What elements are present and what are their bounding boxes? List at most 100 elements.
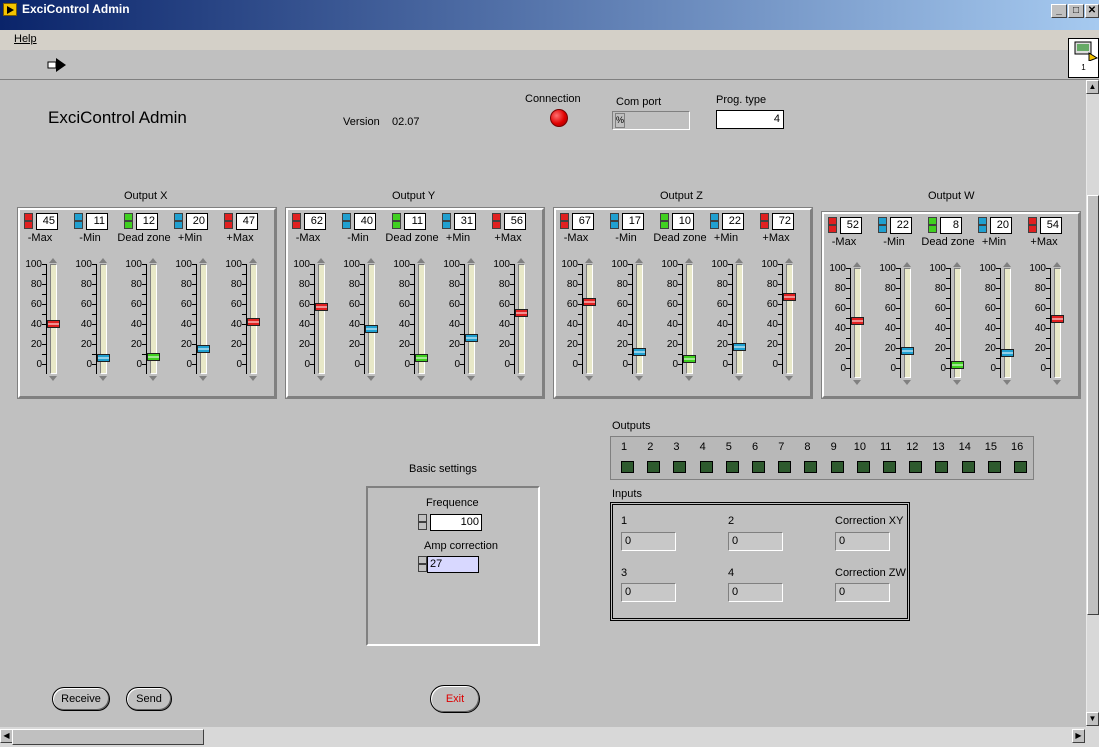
stepper-arrows-icon[interactable] <box>878 217 887 234</box>
slider-thumb[interactable] <box>415 354 428 362</box>
output-z-neg-min-value[interactable]: 17 <box>622 213 644 230</box>
maximize-button[interactable]: □ <box>1068 4 1084 18</box>
horizontal-scroll-thumb[interactable] <box>12 729 204 745</box>
vertical-scroll-thumb[interactable] <box>1087 195 1099 615</box>
amp-correction-value[interactable]: 27 <box>427 556 479 573</box>
output-w-pos-min-value[interactable]: 20 <box>990 217 1012 234</box>
amp-correction-stepper[interactable] <box>418 556 427 573</box>
output-x-neg-min-value[interactable]: 11 <box>86 213 108 230</box>
output-y-neg-min-value[interactable]: 40 <box>354 213 376 230</box>
stepper-arrows-icon[interactable] <box>174 213 183 230</box>
slider-thumb[interactable] <box>47 320 60 328</box>
output-z-pos-min-numeric[interactable]: 22 <box>710 213 744 230</box>
output-x-neg-max-slider[interactable] <box>50 264 57 374</box>
stepper-arrows-icon[interactable] <box>828 217 837 234</box>
close-button[interactable]: ✕ <box>1085 4 1099 18</box>
output-z-pos-max-value[interactable]: 72 <box>772 213 794 230</box>
output-x-dead-zone-value[interactable]: 12 <box>136 213 158 230</box>
output-x-pos-max-numeric[interactable]: 47 <box>224 213 258 230</box>
slider-thumb[interactable] <box>465 334 478 342</box>
output-z-pos-min-value[interactable]: 22 <box>722 213 744 230</box>
output-y-neg-max-slider[interactable] <box>318 264 325 374</box>
output-y-neg-min-numeric[interactable]: 40 <box>342 213 376 230</box>
slider-thumb[interactable] <box>733 343 746 351</box>
slider-thumb[interactable] <box>515 309 528 317</box>
output-z-pos-max-numeric[interactable]: 72 <box>760 213 794 230</box>
slider-thumb[interactable] <box>365 325 378 333</box>
output-x-neg-max-numeric[interactable]: 45 <box>24 213 58 230</box>
output-y-pos-max-numeric[interactable]: 56 <box>492 213 526 230</box>
stepper-arrows-icon[interactable] <box>978 217 987 234</box>
output-w-pos-max-numeric[interactable]: 54 <box>1028 217 1062 234</box>
stepper-arrows-icon[interactable] <box>24 213 33 230</box>
slider-thumb[interactable] <box>901 347 914 355</box>
slider-thumb[interactable] <box>197 345 210 353</box>
output-z-dead-zone-numeric[interactable]: 10 <box>660 213 694 230</box>
output-y-neg-max-numeric[interactable]: 62 <box>292 213 326 230</box>
scroll-up-icon[interactable]: ▲ <box>1086 80 1099 94</box>
slider-thumb[interactable] <box>315 303 328 311</box>
output-z-pos-max-slider[interactable] <box>786 264 793 374</box>
prog-type-field[interactable]: 4 <box>716 110 784 129</box>
stepper-arrows-icon[interactable] <box>392 213 401 230</box>
output-z-neg-max-value[interactable]: 67 <box>572 213 594 230</box>
output-y-pos-max-value[interactable]: 56 <box>504 213 526 230</box>
output-z-neg-max-numeric[interactable]: 67 <box>560 213 594 230</box>
slider-thumb[interactable] <box>147 353 160 361</box>
slider-thumb[interactable] <box>683 355 696 363</box>
output-z-neg-min-numeric[interactable]: 17 <box>610 213 644 230</box>
output-w-neg-min-numeric[interactable]: 22 <box>878 217 912 234</box>
frequence-stepper[interactable] <box>418 514 427 531</box>
com-port-field[interactable]: % <box>612 111 690 130</box>
slider-thumb[interactable] <box>633 348 646 356</box>
output-y-pos-max-slider[interactable] <box>518 264 525 374</box>
frequence-control[interactable]: 100 <box>418 514 482 531</box>
amp-correction-control[interactable]: 27 <box>418 556 482 573</box>
output-y-pos-min-slider[interactable] <box>468 264 475 374</box>
output-y-neg-min-slider[interactable] <box>368 264 375 374</box>
output-w-pos-max-value[interactable]: 54 <box>1040 217 1062 234</box>
output-w-neg-min-slider[interactable] <box>904 268 911 378</box>
output-w-pos-min-numeric[interactable]: 20 <box>978 217 1012 234</box>
output-x-pos-min-numeric[interactable]: 20 <box>174 213 208 230</box>
output-w-pos-min-slider[interactable] <box>1004 268 1011 378</box>
output-w-dead-zone-value[interactable]: 8 <box>940 217 962 234</box>
receive-button[interactable]: Receive <box>52 687 110 711</box>
output-y-dead-zone-numeric[interactable]: 11 <box>392 213 426 230</box>
stepper-arrows-icon[interactable] <box>1028 217 1037 234</box>
slider-thumb[interactable] <box>97 354 110 362</box>
stepper-arrows-icon[interactable] <box>660 213 669 230</box>
output-y-pos-min-value[interactable]: 31 <box>454 213 476 230</box>
stepper-arrows-icon[interactable] <box>492 213 501 230</box>
output-y-neg-max-value[interactable]: 62 <box>304 213 326 230</box>
scroll-down-icon[interactable]: ▼ <box>1086 712 1099 726</box>
slider-thumb[interactable] <box>783 293 796 301</box>
output-y-pos-min-numeric[interactable]: 31 <box>442 213 476 230</box>
stepper-arrows-icon[interactable] <box>610 213 619 230</box>
frequence-value[interactable]: 100 <box>430 514 482 531</box>
stepper-arrows-icon[interactable] <box>74 213 83 230</box>
stepper-arrows-icon[interactable] <box>342 213 351 230</box>
output-x-pos-min-value[interactable]: 20 <box>186 213 208 230</box>
output-z-dead-zone-value[interactable]: 10 <box>672 213 694 230</box>
output-x-pos-max-value[interactable]: 47 <box>236 213 258 230</box>
output-z-pos-min-slider[interactable] <box>736 264 743 374</box>
output-x-neg-min-numeric[interactable]: 11 <box>74 213 108 230</box>
run-arrow-icon[interactable] <box>44 56 70 74</box>
stepper-arrows-icon[interactable] <box>760 213 769 230</box>
slider-thumb[interactable] <box>1001 349 1014 357</box>
menu-help[interactable]: Help <box>14 33 37 45</box>
slider-thumb[interactable] <box>583 298 596 306</box>
stepper-arrows-icon[interactable] <box>710 213 719 230</box>
slider-thumb[interactable] <box>851 317 864 325</box>
stepper-arrows-icon[interactable] <box>560 213 569 230</box>
slider-thumb[interactable] <box>1051 315 1064 323</box>
scroll-right-icon[interactable]: ▶ <box>1072 729 1085 743</box>
stepper-arrows-icon[interactable] <box>292 213 301 230</box>
send-button[interactable]: Send <box>126 687 172 711</box>
output-z-neg-min-slider[interactable] <box>636 264 643 374</box>
slider-thumb[interactable] <box>951 361 964 369</box>
output-x-dead-zone-numeric[interactable]: 12 <box>124 213 158 230</box>
minimize-button[interactable]: _ <box>1051 4 1067 18</box>
output-w-neg-max-numeric[interactable]: 52 <box>828 217 862 234</box>
